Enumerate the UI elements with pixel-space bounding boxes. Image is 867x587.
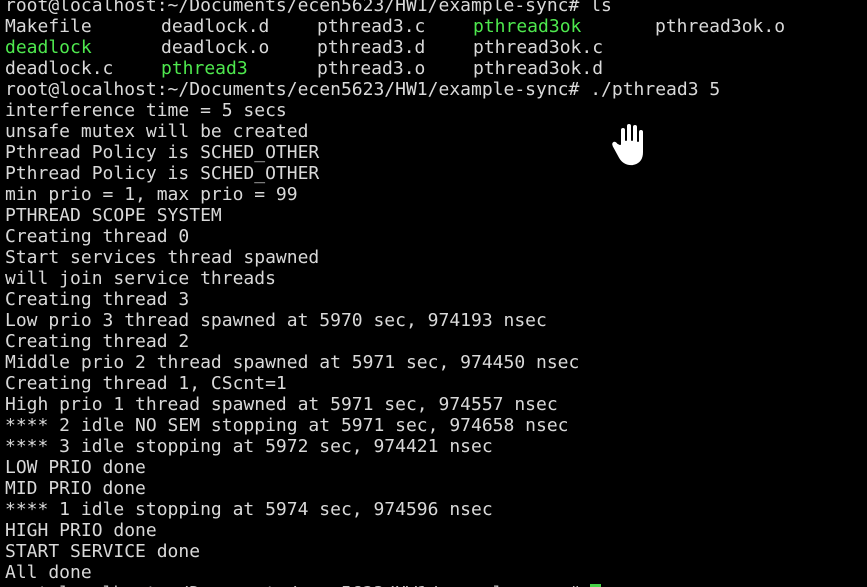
output-line: START SERVICE done: [5, 541, 201, 562]
output-line: **** 1 idle stopping at 5974 sec, 974596…: [5, 499, 493, 520]
hand-grab-cursor-icon: [610, 122, 645, 168]
prompt-line-ls: root@localhost:~/Documents/ecen5623/HW1/…: [5, 0, 867, 16]
output-line: HIGH PRIO done: [5, 520, 157, 541]
ls-executable-entry: pthread3ok: [473, 16, 582, 37]
output-line: Creating thread 3: [5, 289, 190, 310]
output-line: Creating thread 1, CScnt=1: [5, 373, 287, 394]
prompt-line-run: root@localhost:~/Documents/ecen5623/HW1/…: [5, 79, 867, 100]
prompt-text: root@localhost:~/Documents/ecen5623/HW1/…: [5, 79, 580, 100]
output-line: will join service threads: [5, 268, 276, 289]
output-line: min prio = 1, max prio = 99: [5, 184, 298, 205]
terminal-screen: root@localhost:~/Documents/ecen5623/HW1/…: [5, 0, 867, 587]
ls-executable-entry: pthread3: [161, 58, 248, 79]
ls-file-entry: pthread3ok.o: [655, 16, 786, 37]
output-line: Low prio 3 thread spawned at 5970 sec, 9…: [5, 310, 547, 331]
ls-file-entry: pthread3.c: [317, 16, 426, 37]
ls-file-entry: deadlock.d: [161, 16, 270, 37]
prompt-text: root@localhost:~/Documents/ecen5623/HW1/…: [5, 583, 579, 587]
ls-output-row: deadlock deadlock.o pthread3.d pthread3ok.c: [5, 37, 867, 58]
prompt-line-current: root@localhost:~/Documents/ecen5623/HW1/…: [5, 583, 867, 587]
ls-executable-entry: deadlock: [5, 37, 92, 58]
ls-output-row: deadlock.c pthread3 pthread3.o pthread3ok.d: [5, 58, 867, 79]
ls-file-entry: pthread3.o: [317, 58, 426, 79]
output-line: Creating thread 2: [5, 331, 190, 352]
ls-file-entry: pthread3ok.d: [473, 58, 604, 79]
output-line: **** 3 idle stopping at 5972 sec, 974421…: [5, 436, 493, 457]
output-line: PTHREAD SCOPE SYSTEM: [5, 205, 222, 226]
command-text: ls: [590, 0, 612, 16]
output-line: Creating thread 0: [5, 226, 190, 247]
ls-file-entry: pthread3.d: [317, 37, 426, 58]
output-line: unsafe mutex will be created: [5, 121, 309, 142]
output-line: LOW PRIO done: [5, 457, 146, 478]
output-line: interference time = 5 secs: [5, 100, 287, 121]
output-line: Start services thread spawned: [5, 247, 320, 268]
ls-file-entry: deadlock.o: [161, 37, 270, 58]
output-line: All done: [5, 562, 92, 583]
output-line: Pthread Policy is SCHED_OTHER: [5, 163, 320, 184]
ls-file-entry: pthread3ok.c: [473, 37, 604, 58]
ls-output-row: Makefile deadlock.d pthread3.c pthread3ok pt…: [5, 16, 867, 37]
ls-file-entry: deadlock.c: [5, 58, 114, 79]
output-line: Pthread Policy is SCHED_OTHER: [5, 142, 320, 163]
output-line: Middle prio 2 thread spawned at 5971 sec…: [5, 352, 580, 373]
ls-file-entry: Makefile: [5, 16, 92, 37]
command-text: ./pthread3 5: [590, 79, 721, 100]
prompt-text: root@localhost:~/Documents/ecen5623/HW1/…: [5, 0, 580, 16]
terminal-window[interactable]: root@localhost:~/Documents/ecen5623/HW1/…: [0, 0, 867, 587]
output-line: **** 2 idle NO SEM stopping at 5971 sec,…: [5, 415, 569, 436]
output-line: MID PRIO done: [5, 478, 146, 499]
output-line: High prio 1 thread spawned at 5971 sec, …: [5, 394, 558, 415]
